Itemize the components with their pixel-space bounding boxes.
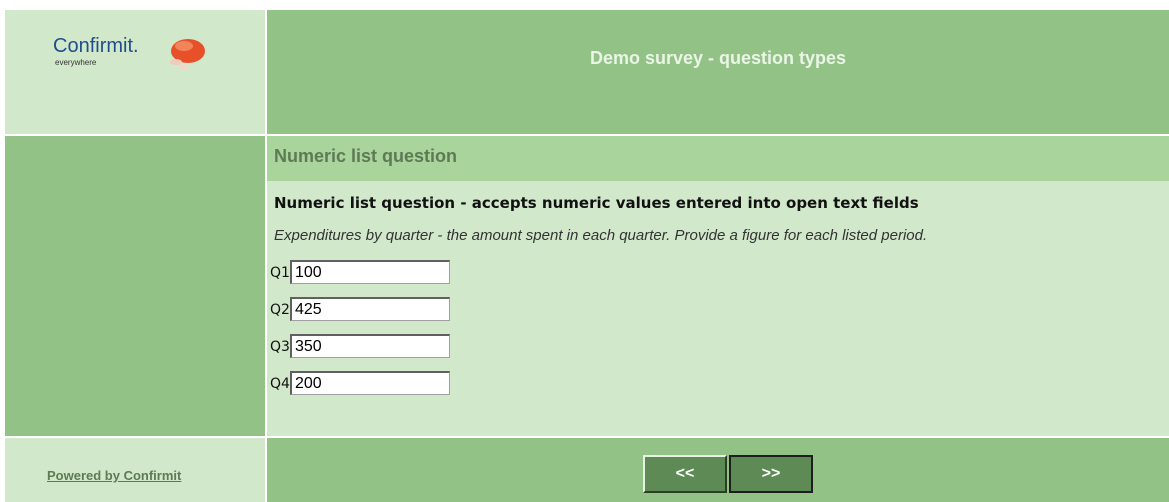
list-item: Q3 [270,334,450,371]
survey-title: Demo survey - question types [589,48,847,68]
row-label-q3: Q3 [270,339,290,355]
question-section-title: Numeric list question [274,146,458,166]
q4-input[interactable] [290,371,450,395]
question-area: Numeric list question Numeric list quest… [267,136,1169,436]
survey-page: Confirmit. everywhere Demo survey - ques… [5,10,1169,502]
q1-input[interactable] [290,260,450,284]
logo-cell: Confirmit. everywhere [5,10,265,134]
list-item: Q4 [270,371,450,408]
question-instruction: Expenditures by quarter - the amount spe… [274,227,928,244]
row-label-q1: Q1 [270,265,290,281]
question-text: Numeric list question - accepts numeric … [274,194,919,212]
question-title-bar: Numeric list question [267,136,1169,181]
footer-left: Powered by Confirmit [5,438,265,502]
speech-bubble-icon [170,39,205,70]
row-label-q2: Q2 [270,302,290,318]
confirmit-logo: Confirmit. everywhere [53,33,205,73]
header: Demo survey - question types [267,10,1169,134]
next-button[interactable]: >> [729,455,813,493]
numeric-list: Q1 Q2 Q3 Q4 [270,260,450,408]
left-sidebar [5,136,265,436]
list-item: Q2 [270,297,450,334]
footer-navigation: << >> [267,438,1169,502]
back-button[interactable]: << [643,455,727,493]
q3-input[interactable] [290,334,450,358]
list-item: Q1 [270,260,450,297]
logo-brand-text: Confirmit. [53,35,139,57]
powered-by-link[interactable]: Powered by Confirmit [47,468,181,483]
row-label-q4: Q4 [270,376,290,392]
logo-tagline: everywhere [55,58,97,67]
q2-input[interactable] [290,297,450,321]
